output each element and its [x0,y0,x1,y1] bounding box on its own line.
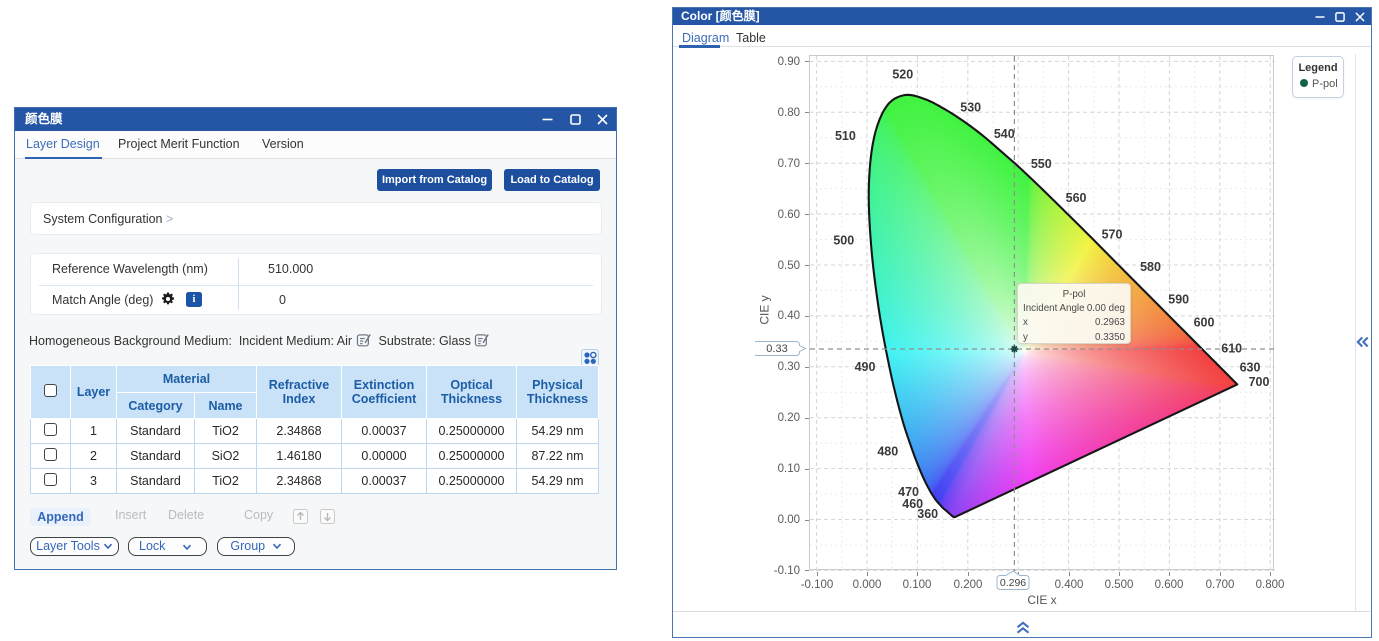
svg-text:550: 550 [1031,157,1052,171]
svg-text:600: 600 [1194,316,1215,330]
svg-text:480: 480 [877,444,898,458]
svg-text:490: 490 [855,360,876,374]
svg-text:570: 570 [1102,228,1123,242]
svg-text:0.296: 0.296 [1000,577,1026,589]
svg-text:530: 530 [960,101,981,115]
svg-text:500: 500 [833,234,854,248]
svg-text:520: 520 [892,68,913,82]
svg-text:540: 540 [994,127,1015,141]
svg-text:590: 590 [1168,293,1189,307]
svg-text:470: 470 [898,485,919,499]
svg-text:610: 610 [1221,342,1242,356]
svg-text:560: 560 [1066,191,1087,205]
svg-text:0.33: 0.33 [766,343,787,355]
svg-text:510: 510 [835,129,856,143]
svg-text:700: 700 [1249,375,1270,389]
svg-text:630: 630 [1240,361,1261,375]
svg-text:580: 580 [1140,260,1161,274]
